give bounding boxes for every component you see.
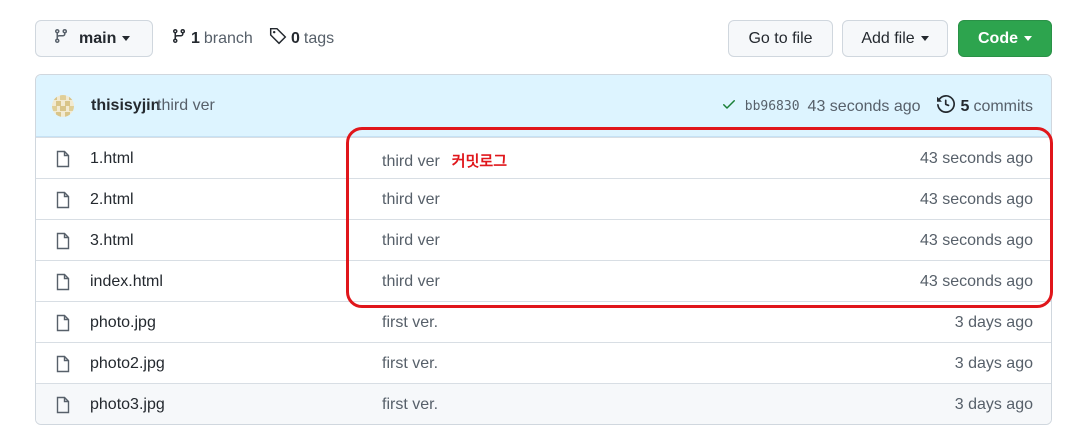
commits-link[interactable]: 5 commits bbox=[936, 94, 1033, 118]
chevron-down-icon bbox=[122, 36, 131, 41]
code-label: Code bbox=[978, 29, 1018, 47]
file-commit-time: 43 seconds ago bbox=[920, 232, 1033, 249]
commit-details: bb96830 43 seconds ago 5 commits bbox=[721, 94, 1033, 118]
file-row[interactable]: photo2.jpg first ver. 3 days ago bbox=[36, 342, 1051, 383]
file-commit-time: 3 days ago bbox=[954, 355, 1033, 372]
file-icon bbox=[55, 314, 71, 337]
file-commit-time: 3 days ago bbox=[954, 314, 1033, 331]
add-file-label: Add file bbox=[861, 29, 915, 47]
commit-author[interactable]: thisisyjin bbox=[91, 97, 160, 115]
file-row[interactable]: 1.html third ver 커밋로그 43 seconds ago bbox=[36, 137, 1051, 178]
repo-toolbar: main 1 branch 0 tags Go to file Add file… bbox=[35, 20, 1052, 57]
file-icon bbox=[55, 191, 71, 214]
commit-sha[interactable]: bb96830 bbox=[745, 99, 800, 114]
file-commit-message[interactable]: third ver bbox=[382, 273, 440, 291]
file-commit-message: third ver 커밋로그 bbox=[382, 150, 507, 171]
go-to-file-button[interactable]: Go to file bbox=[728, 20, 833, 57]
commit-time[interactable]: 43 seconds ago bbox=[808, 98, 921, 116]
check-icon[interactable] bbox=[721, 96, 737, 117]
chevron-down-icon bbox=[1024, 36, 1032, 41]
tags-link[interactable]: 0 tags bbox=[269, 20, 334, 57]
chevron-down-icon bbox=[920, 36, 929, 41]
file-row[interactable]: index.html third ver 43 seconds ago bbox=[36, 260, 1051, 301]
branch-word: branch bbox=[203, 29, 253, 47]
file-commit-time: 43 seconds ago bbox=[920, 191, 1033, 208]
file-commit-message[interactable]: third ver bbox=[382, 191, 440, 209]
file-name[interactable]: 3.html bbox=[90, 232, 134, 250]
file-name[interactable]: index.html bbox=[90, 273, 163, 291]
add-file-button[interactable]: Add file bbox=[842, 20, 948, 57]
latest-commit-bar: thisisyjin third ver bb96830 43 seconds … bbox=[36, 75, 1051, 137]
file-name[interactable]: 2.html bbox=[90, 191, 134, 209]
go-to-file-label: Go to file bbox=[748, 29, 813, 47]
code-button[interactable]: Code bbox=[958, 20, 1052, 57]
history-icon bbox=[936, 94, 955, 118]
file-browser: thisisyjin third ver bb96830 43 seconds … bbox=[35, 74, 1052, 425]
file-row[interactable]: 3.html third ver 43 seconds ago bbox=[36, 219, 1051, 260]
file-icon bbox=[55, 273, 71, 296]
file-icon bbox=[55, 355, 71, 378]
file-commit-time: 43 seconds ago bbox=[920, 150, 1033, 167]
branch-label: main bbox=[79, 29, 117, 47]
file-name[interactable]: photo.jpg bbox=[90, 314, 156, 332]
file-commit-message[interactable]: first ver. bbox=[382, 314, 438, 332]
commit-count: 5 bbox=[960, 97, 970, 115]
file-name[interactable]: photo2.jpg bbox=[90, 355, 165, 373]
file-row[interactable]: photo3.jpg first ver. 3 days ago bbox=[36, 383, 1051, 424]
file-commit-message[interactable]: first ver. bbox=[382, 355, 438, 373]
file-name[interactable]: photo3.jpg bbox=[90, 396, 165, 414]
tag-icon bbox=[269, 27, 287, 50]
file-commit-message[interactable]: third ver bbox=[382, 232, 440, 250]
file-icon bbox=[55, 232, 71, 255]
file-commit-message[interactable]: first ver. bbox=[382, 396, 438, 414]
file-commit-message-text[interactable]: third ver bbox=[382, 153, 440, 170]
tag-count: 0 bbox=[291, 29, 300, 47]
avatar[interactable] bbox=[52, 95, 74, 117]
file-commit-time: 3 days ago bbox=[954, 396, 1033, 413]
annotation-label: 커밋로그 bbox=[451, 153, 507, 170]
file-row[interactable]: photo.jpg first ver. 3 days ago bbox=[36, 301, 1051, 342]
branch-count: 1 bbox=[191, 29, 200, 47]
file-commit-time: 43 seconds ago bbox=[920, 273, 1033, 290]
commit-word: commits bbox=[973, 97, 1033, 115]
file-icon bbox=[55, 150, 71, 173]
git-branch-icon bbox=[171, 28, 187, 49]
file-row[interactable]: 2.html third ver 43 seconds ago bbox=[36, 178, 1051, 219]
branches-link[interactable]: 1 branch bbox=[171, 20, 253, 57]
tag-word: tags bbox=[303, 29, 335, 47]
git-branch-icon bbox=[53, 28, 69, 49]
commit-message[interactable]: third ver bbox=[157, 97, 215, 115]
branch-select-button[interactable]: main bbox=[35, 20, 153, 57]
file-icon bbox=[55, 396, 71, 419]
file-name[interactable]: 1.html bbox=[90, 150, 134, 168]
